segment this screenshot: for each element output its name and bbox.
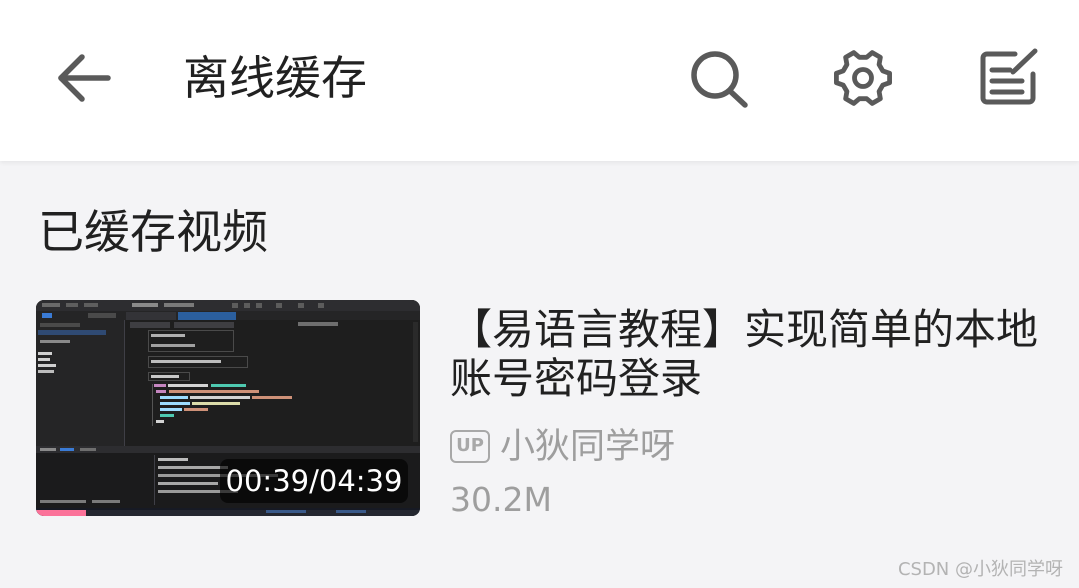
thumbnail-detail: [40, 500, 86, 503]
edit-button[interactable]: [977, 46, 1041, 108]
thumbnail-detail: [158, 458, 188, 461]
thumbnail-detail: [132, 303, 158, 307]
thumbnail-detail: [40, 323, 80, 327]
arrow-back-icon: [58, 54, 111, 102]
thumbnail-detail: [252, 396, 292, 399]
thumbnail-detail: [160, 402, 190, 405]
thumbnail-detail: [192, 402, 240, 405]
thumbnail-detail: [298, 322, 338, 326]
thumbnail-detail: [80, 448, 96, 451]
thumbnail-detail: [60, 448, 74, 451]
search-button[interactable]: [688, 47, 750, 109]
video-title: 【易语言教程】实现简单的本地账号密码登录: [450, 305, 1039, 403]
thumbnail-detail: [42, 313, 52, 318]
thumbnail-detail: [164, 303, 194, 307]
thumbnail-detail: [158, 482, 218, 485]
thumbnail-detail: [36, 320, 124, 446]
thumbnail-detail: [130, 322, 170, 328]
thumbnail-detail: [211, 384, 246, 387]
thumbnail-detail: [168, 384, 208, 387]
edit-note-icon: [980, 48, 1038, 105]
thumbnail-detail: [38, 358, 50, 361]
thumbnail-detail: [158, 466, 228, 469]
thumbnail-detail: [151, 360, 221, 363]
thumbnail-detail: [38, 364, 56, 367]
thumbnail-detail: [151, 334, 185, 337]
thumbnail-detail: [154, 455, 155, 505]
top-app-bar: 离线缓存: [0, 0, 1079, 161]
cached-video-item[interactable]: 00:39/04:39 【易语言教程】实现简单的本地账号密码登录 UP 小狄同学…: [36, 300, 1056, 520]
search-icon: [691, 51, 748, 108]
thumbnail-detail: [126, 312, 176, 320]
thumbnail-detail: [174, 322, 234, 328]
thumbnail-detail: [156, 390, 166, 393]
page-title: 离线缓存: [183, 51, 367, 105]
uploader-badge-icon: UP: [450, 430, 490, 463]
settings-button[interactable]: [832, 47, 894, 109]
thumbnail-detail: [244, 303, 250, 308]
video-thumbnail: 00:39/04:39: [36, 300, 420, 516]
thumbnail-detail: [40, 340, 70, 343]
thumbnail-detail: [276, 303, 282, 308]
watermark: CSDN @小狄同学呀: [897, 559, 1063, 580]
thumbnail-detail: [160, 408, 182, 411]
duration-badge: 00:39/04:39: [220, 459, 408, 503]
section-title: 已缓存视频: [38, 205, 268, 259]
thumbnail-detail: [66, 303, 78, 307]
gear-icon: [834, 50, 892, 106]
thumbnail-detail: [38, 330, 106, 335]
thumbnail-detail: [88, 313, 116, 318]
thumbnail-detail: [38, 370, 54, 373]
thumbnail-detail: [184, 408, 208, 411]
thumbnail-detail: [190, 396, 250, 399]
thumbnail-detail: [156, 420, 164, 423]
progress-bar: [36, 510, 420, 516]
thumbnail-detail: [178, 312, 236, 320]
back-button[interactable]: [56, 50, 112, 106]
thumbnail-detail: [256, 303, 262, 308]
thumbnail-detail: [84, 303, 98, 307]
thumbnail-detail: [413, 322, 418, 442]
thumbnail-detail: [151, 375, 179, 378]
thumbnail-detail: [42, 303, 60, 307]
thumbnail-detail: [318, 303, 324, 308]
thumbnail-detail: [232, 303, 238, 308]
file-size: 30.2M: [450, 480, 552, 519]
thumbnail-detail: [160, 396, 188, 399]
thumbnail-detail: [298, 303, 304, 308]
thumbnail-detail: [152, 384, 153, 426]
thumbnail-detail: [160, 414, 174, 417]
thumbnail-detail: [40, 448, 56, 451]
thumbnail-detail: [124, 320, 125, 446]
progress-fill: [36, 510, 86, 516]
thumbnail-detail: [38, 352, 52, 355]
thumbnail-detail: [154, 384, 166, 387]
thumbnail-detail: [169, 390, 259, 393]
thumbnail-detail: [151, 344, 195, 347]
uploader-name: 小狄同学呀: [500, 427, 676, 467]
thumbnail-detail: [92, 500, 120, 503]
